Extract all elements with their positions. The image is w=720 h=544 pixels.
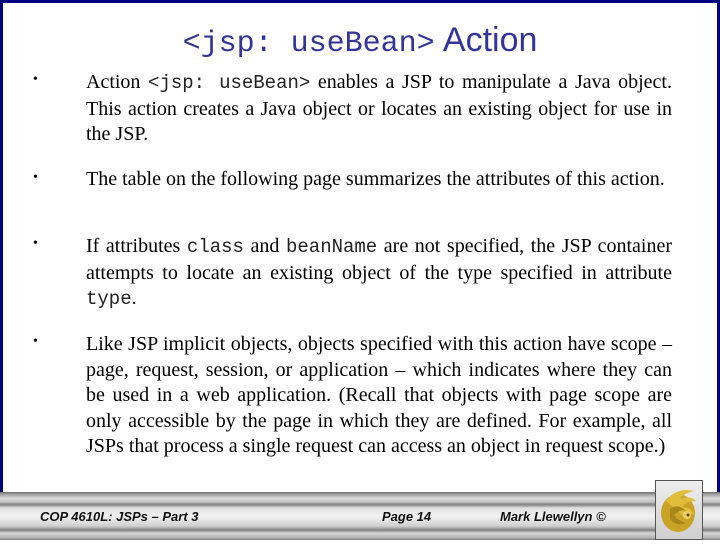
code-segment: <jsp: useBean>: [148, 72, 311, 94]
code-segment: class: [186, 236, 244, 258]
bullet-icon: •: [33, 334, 38, 349]
bullet-icon: •: [33, 170, 38, 185]
slide-title-text: Action: [442, 21, 538, 59]
slide-title-code: <jsp: useBean>: [182, 27, 435, 61]
bullet-paragraph-4: Like JSP implicit objects, objects speci…: [86, 332, 672, 460]
slide-title: <jsp: useBean> Action: [0, 20, 720, 64]
text-segment: If attributes: [86, 235, 187, 257]
bullet-paragraph-3: If attributes class and beanName are not…: [86, 234, 672, 313]
pegasus-logo-graphic: [661, 490, 696, 532]
code-segment: type: [86, 288, 132, 310]
ucf-pegasus-logo-icon: [655, 480, 703, 540]
code-segment: beanName: [285, 236, 378, 258]
text-segment: .: [131, 287, 137, 309]
bullet-icon: •: [33, 236, 38, 251]
text-segment: Action: [86, 71, 149, 93]
text-segment: The table on the following page summariz…: [86, 168, 665, 190]
bullet-paragraph-1: Action <jsp: useBean> enables a JSP to m…: [86, 70, 672, 148]
bullet-paragraph-2: The table on the following page summariz…: [86, 167, 672, 193]
text-segment: and: [243, 235, 286, 257]
footer-course: COP 4610L: JSPs – Part 3: [40, 509, 199, 524]
bullet-icon: •: [33, 72, 38, 87]
text-segment: Like JSP implicit objects, objects speci…: [86, 333, 672, 457]
footer-page-number: Page 14: [382, 509, 432, 524]
footer-author: Mark Llewellyn ©: [500, 509, 606, 524]
